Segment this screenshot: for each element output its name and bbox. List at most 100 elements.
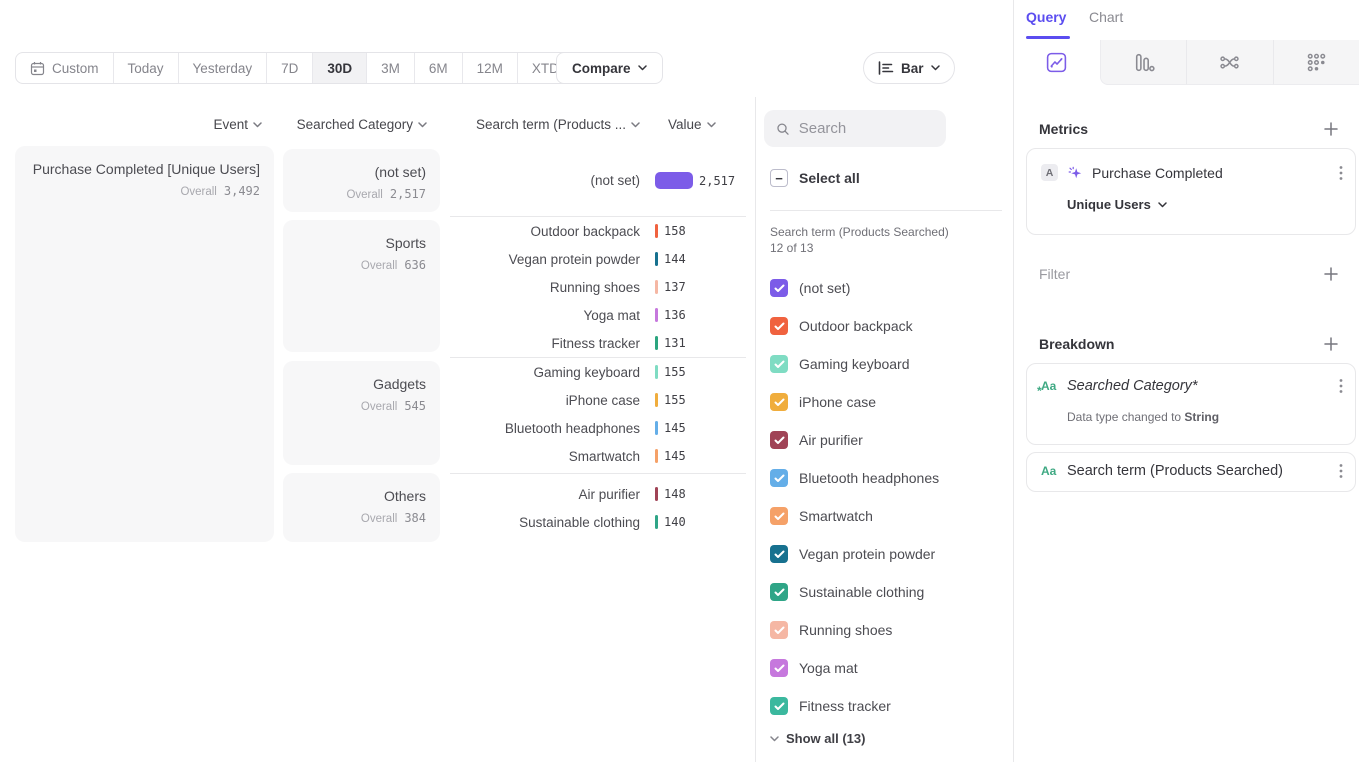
checkbox[interactable] [770, 583, 788, 601]
legend-item[interactable]: Outdoor backpack [770, 307, 1005, 345]
value: 137 [664, 280, 686, 294]
date-range-3m[interactable]: 3M [366, 53, 414, 83]
table-row[interactable]: Outdoor backpack 158 [450, 217, 746, 245]
breakdown-menu-button[interactable] [1339, 378, 1343, 394]
tab-flows[interactable] [1186, 40, 1273, 85]
column-header-label: Value [668, 117, 702, 132]
category-cell[interactable]: Gadgets Overall545 [283, 361, 440, 465]
tab-insights[interactable] [1014, 40, 1100, 85]
legend-item[interactable]: Running shoes [770, 611, 1005, 649]
checkbox[interactable] [770, 659, 788, 677]
legend-item[interactable]: Sustainable clothing [770, 573, 1005, 611]
row-group-sports: Outdoor backpack 158 Vegan protein powde… [450, 216, 746, 356]
date-range-7d[interactable]: 7D [266, 53, 312, 83]
category-cell[interactable]: Sports Overall636 [283, 220, 440, 352]
date-range-label: XTD [532, 61, 559, 76]
tab-query[interactable]: Query [1026, 9, 1066, 25]
select-all-option[interactable]: − Select all [770, 169, 860, 187]
table-row[interactable]: Sustainable clothing 140 [450, 508, 746, 536]
date-range-6m[interactable]: 6M [414, 53, 462, 83]
category-cell[interactable]: Others Overall384 [283, 473, 440, 542]
table-row[interactable]: Bluetooth headphones 145 [450, 414, 746, 442]
legend-item[interactable]: Smartwatch [770, 497, 1005, 535]
date-range-custom[interactable]: Custom [16, 53, 113, 83]
legend-item-label: Vegan protein powder [799, 546, 935, 562]
add-filter-button[interactable] [1321, 264, 1341, 284]
kebab-icon [1339, 463, 1343, 479]
search-term: Outdoor backpack [450, 224, 655, 239]
date-range-30d[interactable]: 30D [312, 53, 366, 83]
table-row[interactable]: iPhone case 155 [450, 386, 746, 414]
check-icon [774, 702, 785, 711]
add-metric-button[interactable] [1321, 119, 1341, 139]
table-row[interactable]: Gaming keyboard 155 [450, 358, 746, 386]
checkbox[interactable] [770, 469, 788, 487]
column-header-event[interactable]: Event [15, 117, 262, 132]
bar-zone: 137 [655, 280, 746, 294]
metric-name: Purchase Completed [1092, 165, 1330, 181]
checkbox[interactable] [770, 355, 788, 373]
checkbox[interactable] [770, 697, 788, 715]
checkbox[interactable] [770, 507, 788, 525]
compare-label: Compare [572, 61, 631, 76]
search-input[interactable] [799, 120, 936, 137]
metric-card[interactable]: A Purchase Completed Unique Users [1026, 148, 1356, 235]
breakdown-menu-button[interactable] [1339, 463, 1343, 479]
checkbox[interactable] [770, 431, 788, 449]
column-header-search-term[interactable]: Search term (Products ... [450, 117, 640, 132]
legend-item-label: Smartwatch [799, 508, 873, 524]
category-cell[interactable]: (not set) Overall2,517 [283, 149, 440, 212]
table-row[interactable]: (not set) 2,517 [450, 167, 746, 195]
table-row[interactable]: Air purifier 148 [450, 480, 746, 508]
legend-item[interactable]: Fitness tracker [770, 687, 1005, 725]
legend-item-label: Air purifier [799, 432, 863, 448]
tab-funnels[interactable] [1100, 40, 1187, 85]
value-bar [655, 280, 658, 294]
date-range-12m[interactable]: 12M [462, 53, 517, 83]
date-range-label: Yesterday [193, 61, 253, 76]
checkbox[interactable] [770, 317, 788, 335]
checkbox[interactable] [770, 279, 788, 297]
metric-menu-button[interactable] [1339, 165, 1343, 181]
legend-item[interactable]: Gaming keyboard [770, 345, 1005, 383]
overall-value: 2,517 [390, 187, 426, 201]
tab-chart[interactable]: Chart [1089, 9, 1123, 25]
bar-zone: 136 [655, 308, 746, 322]
checkbox[interactable] [770, 621, 788, 639]
checkbox[interactable] [770, 545, 788, 563]
column-header-searched-category[interactable]: Searched Category [283, 117, 427, 132]
date-range-yesterday[interactable]: Yesterday [178, 53, 267, 83]
compare-button[interactable]: Compare [556, 52, 663, 84]
analytics-app: Custom Today Yesterday 7D 30D 3M 6M 12M … [0, 0, 1359, 762]
chart-type-dropdown[interactable]: Bar [863, 52, 955, 84]
value-bar [655, 421, 658, 435]
table-row[interactable]: Vegan protein powder 144 [450, 245, 746, 273]
legend-item[interactable]: Air purifier [770, 421, 1005, 459]
add-breakdown-button[interactable] [1321, 334, 1341, 354]
legend-item[interactable]: Vegan protein powder [770, 535, 1005, 573]
flows-icon [1218, 51, 1241, 74]
value: 136 [664, 308, 686, 322]
legend-item[interactable]: iPhone case [770, 383, 1005, 421]
date-range-today[interactable]: Today [113, 53, 178, 83]
select-all-checkbox[interactable]: − [770, 169, 788, 187]
category-name: Sports [293, 235, 426, 251]
table-row[interactable]: Smartwatch 145 [450, 442, 746, 470]
show-all-toggle[interactable]: Show all (13) [770, 731, 865, 746]
kebab-icon [1339, 165, 1343, 181]
legend-item[interactable]: Yoga mat [770, 649, 1005, 687]
table-row[interactable]: Yoga mat 136 [450, 301, 746, 329]
column-header-value[interactable]: Value [668, 117, 716, 132]
legend-item[interactable]: (not set) [770, 269, 1005, 307]
event-cell[interactable]: Purchase Completed [Unique Users] Overal… [15, 146, 274, 542]
aggregation-dropdown[interactable]: Unique Users [1067, 197, 1167, 212]
table-row[interactable]: Fitness tracker 131 [450, 329, 746, 357]
search-box[interactable] [764, 110, 946, 147]
date-range-label: 30D [327, 61, 352, 76]
legend-item[interactable]: Bluetooth headphones [770, 459, 1005, 497]
tab-retention[interactable] [1273, 40, 1359, 85]
breakdown-card[interactable]: Aa* Searched Category* Data type changed… [1026, 363, 1356, 445]
table-row[interactable]: Running shoes 137 [450, 273, 746, 301]
breakdown-card[interactable]: Aa Search term (Products Searched) [1026, 452, 1356, 492]
checkbox[interactable] [770, 393, 788, 411]
